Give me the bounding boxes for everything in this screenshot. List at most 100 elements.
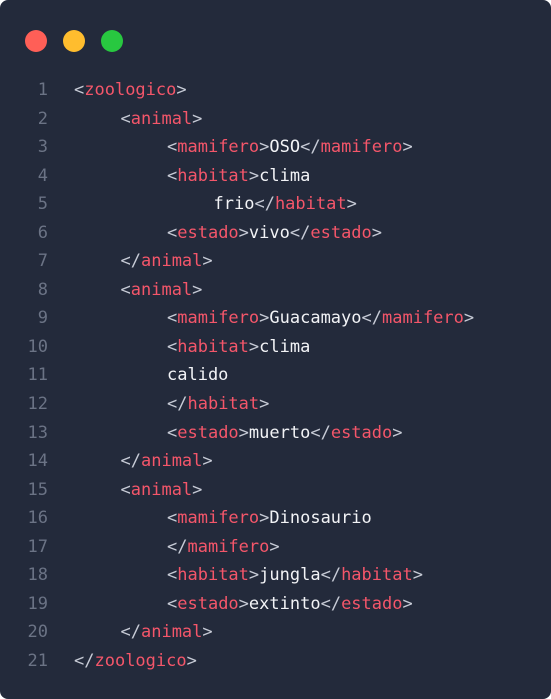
code-text: frio</habitat> <box>214 190 357 219</box>
tag-bracket: > <box>238 422 249 443</box>
tag-name: habitat <box>274 194 347 215</box>
tag-bracket: < <box>167 165 178 186</box>
tag-name: estado <box>177 222 239 243</box>
tag-bracket: > <box>248 565 260 586</box>
text-content: frio <box>213 194 255 215</box>
text-content: vivo <box>248 222 290 243</box>
line-number: 4 <box>37 165 48 186</box>
code-line: 8 <animal> <box>0 276 551 305</box>
code-text: calido <box>167 361 228 390</box>
tag-name: estado <box>310 222 372 243</box>
tag-bracket: </ <box>120 451 141 472</box>
text-content: extinto <box>248 593 321 614</box>
line-number: 18 <box>27 565 48 586</box>
tag-name: mamifero <box>177 508 260 529</box>
tag-bracket: </ <box>320 565 342 586</box>
code-text: <habitat>clima <box>167 162 310 191</box>
code-line: 18 <habitat>jungla</habitat> <box>0 561 551 590</box>
line-number: 13 <box>27 422 48 443</box>
tag-bracket: </ <box>120 622 141 643</box>
tag-bracket: < <box>167 222 178 243</box>
text-content: clima <box>259 165 311 186</box>
line-number: 6 <box>37 222 48 243</box>
line-number: 11 <box>27 365 48 386</box>
tag-name: animal <box>140 451 203 472</box>
tag-name: mamifero <box>382 308 464 329</box>
line-number: 8 <box>37 279 48 300</box>
tag-bracket: > <box>238 222 249 243</box>
tag-bracket: > <box>248 336 260 357</box>
line-number: 9 <box>37 308 48 329</box>
code-line: 12 </habitat> <box>0 390 551 419</box>
minimize-button[interactable] <box>63 30 85 52</box>
code-text: <zoologico> <box>74 76 187 105</box>
tag-bracket: > <box>259 137 270 158</box>
tag-bracket: > <box>176 80 187 100</box>
code-line: 17 </mamifero> <box>0 533 551 562</box>
code-text: <animal> <box>121 476 203 505</box>
code-text: </animal> <box>121 247 213 276</box>
code-line: 4 <habitat>clima <box>0 162 551 191</box>
line-number: 2 <box>37 108 48 129</box>
tag-name: habitat <box>341 565 413 586</box>
tag-bracket: </ <box>289 222 311 243</box>
tag-bracket: > <box>371 222 383 243</box>
code-block: 1 <zoologico> 2 <animal> 3 <mamifero>OSO</mam… <box>0 76 551 675</box>
code-text: </mamifero> <box>167 533 280 562</box>
maximize-button[interactable] <box>101 30 123 52</box>
tag-bracket: < <box>167 508 178 529</box>
code-line: 13 <estado>muerto</estado> <box>0 419 551 448</box>
tag-name: habitat <box>187 394 260 415</box>
tag-name: zoologico <box>94 650 187 671</box>
tag-bracket: > <box>192 479 203 500</box>
tag-name: mamifero <box>320 137 403 158</box>
tag-name: habitat <box>177 565 249 586</box>
text-content: Guacamayo <box>269 308 362 329</box>
code-window: 1 <zoologico> 2 <animal> 3 <mamifero>OSO</mam… <box>0 0 551 699</box>
tag-bracket: </ <box>167 394 188 415</box>
close-button[interactable] <box>25 30 47 52</box>
tag-bracket: > <box>402 137 413 158</box>
tag-name: estado <box>177 593 239 614</box>
tag-bracket: </ <box>120 251 141 272</box>
tag-name: habitat <box>177 165 249 186</box>
code-line: 10 <habitat>clima <box>0 333 551 362</box>
code-line: 3 <mamifero>OSO</mamifero> <box>0 133 551 162</box>
tag-bracket: > <box>392 422 403 443</box>
tag-name: animal <box>140 251 203 272</box>
line-number: 16 <box>27 508 48 529</box>
code-line: 5 frio</habitat> <box>0 190 551 219</box>
code-text: <estado>extinto</estado> <box>167 590 413 619</box>
code-line: 11 calido <box>0 361 551 390</box>
tag-bracket: > <box>463 308 475 329</box>
tag-name: animal <box>130 279 193 300</box>
tag-name: estado <box>330 422 393 443</box>
line-number: 19 <box>27 593 48 614</box>
line-number: 10 <box>27 336 48 357</box>
text-content: muerto <box>248 422 311 443</box>
tag-bracket: > <box>259 308 270 329</box>
code-line: 7 </animal> <box>0 247 551 276</box>
tag-bracket: > <box>202 251 213 272</box>
code-text: </habitat> <box>167 390 269 419</box>
text-content: clima <box>259 336 311 357</box>
code-text: <mamifero>Guacamayo</mamifero> <box>167 304 474 333</box>
tag-bracket: </ <box>310 422 331 443</box>
tag-bracket: < <box>74 80 85 100</box>
code-text: </animal> <box>121 447 213 476</box>
code-line: 20 </animal> <box>0 618 551 647</box>
code-text: <animal> <box>121 105 203 134</box>
tag-bracket: > <box>402 593 413 614</box>
tag-bracket: </ <box>320 593 342 614</box>
tag-name: habitat <box>177 336 249 357</box>
tag-bracket: > <box>186 650 197 671</box>
tag-name: animal <box>130 479 193 500</box>
code-line: 6 <estado>vivo</estado> <box>0 219 551 248</box>
code-text: <habitat>clima <box>167 333 310 362</box>
code-text: </animal> <box>121 618 213 647</box>
line-number: 12 <box>27 394 48 415</box>
code-text: <estado>vivo</estado> <box>167 219 382 248</box>
code-line: 14 </animal> <box>0 447 551 476</box>
tag-bracket: </ <box>361 308 382 329</box>
line-number: 3 <box>37 137 48 158</box>
